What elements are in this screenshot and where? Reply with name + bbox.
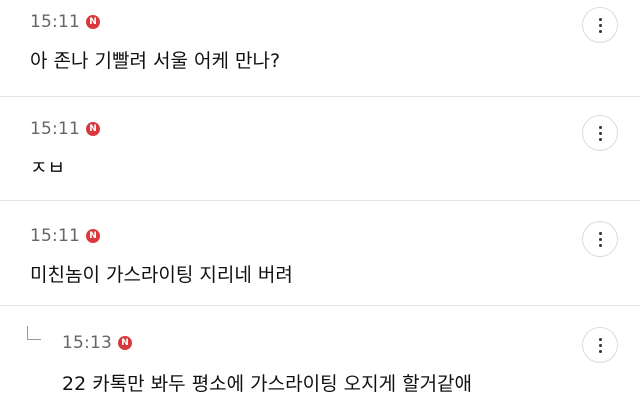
more-vertical-icon	[598, 125, 602, 129]
comment-time: 15:13	[62, 333, 112, 353]
comment-time: 15:11	[30, 12, 80, 32]
comment-header: 15:13 N	[62, 333, 132, 353]
more-vertical-icon	[598, 337, 602, 341]
more-vertical-icon	[598, 231, 602, 235]
more-vertical-icon	[598, 17, 602, 21]
reply-comment-item: 15:13 N 22 카톡만 봐두 평소에 가스라이팅 오지게 할거같애	[0, 306, 640, 414]
new-badge: N	[86, 229, 100, 243]
comment-text: ㅈㅂ	[30, 157, 65, 179]
comment-item: 15:11 N 아 존나 기빨려 서울 어케 만나?	[0, 0, 640, 96]
comment-header: 15:11 N	[30, 12, 100, 32]
more-options-button[interactable]	[582, 115, 618, 151]
more-options-button[interactable]	[582, 221, 618, 257]
comment-item: 15:11 N 미친놈이 가스라이팅 지리네 버려	[0, 201, 640, 305]
comment-item: 15:11 N ㅈㅂ	[0, 97, 640, 200]
more-options-button[interactable]	[582, 327, 618, 363]
more-options-button[interactable]	[582, 7, 618, 43]
comment-header: 15:11 N	[30, 119, 100, 139]
comment-time: 15:11	[30, 226, 80, 246]
comment-text: 미친놈이 가스라이팅 지리네 버려	[30, 264, 293, 286]
reply-arrow-icon	[27, 326, 41, 340]
comment-header: 15:11 N	[30, 226, 100, 246]
comment-text: 아 존나 기빨려 서울 어케 만나?	[30, 50, 281, 72]
comment-time: 15:11	[30, 119, 80, 139]
new-badge: N	[86, 122, 100, 136]
new-badge: N	[86, 15, 100, 29]
comment-text: 22 카톡만 봐두 평소에 가스라이팅 오지게 할거같애	[62, 373, 473, 395]
new-badge: N	[118, 336, 132, 350]
comment-list: 15:11 N 아 존나 기빨려 서울 어케 만나? 15:11 N ㅈㅂ 15…	[0, 0, 640, 414]
